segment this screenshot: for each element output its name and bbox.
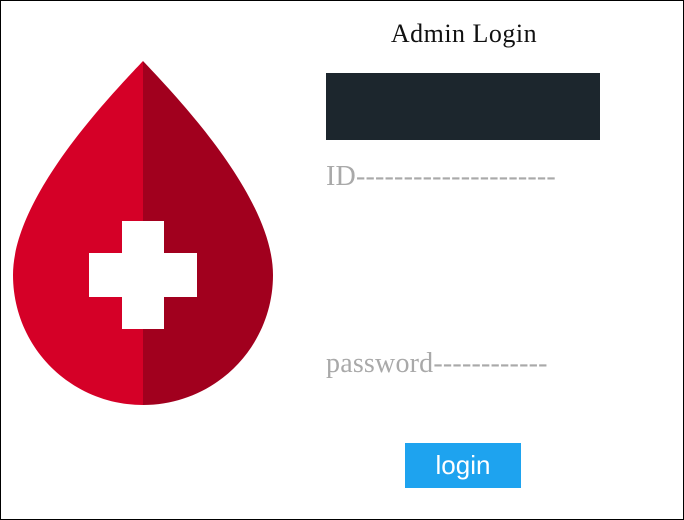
page-title: Admin Login (390, 19, 538, 48)
blood-drop-cross-icon (13, 61, 273, 405)
password-field[interactable]: password------------ (326, 348, 548, 380)
id-field[interactable]: ID--------------------- (326, 161, 556, 193)
header-banner (326, 73, 600, 140)
login-button[interactable]: login (405, 443, 521, 488)
cross-horizontal (89, 253, 197, 297)
login-window: Admin Login ID--------------------- pass… (0, 0, 684, 520)
